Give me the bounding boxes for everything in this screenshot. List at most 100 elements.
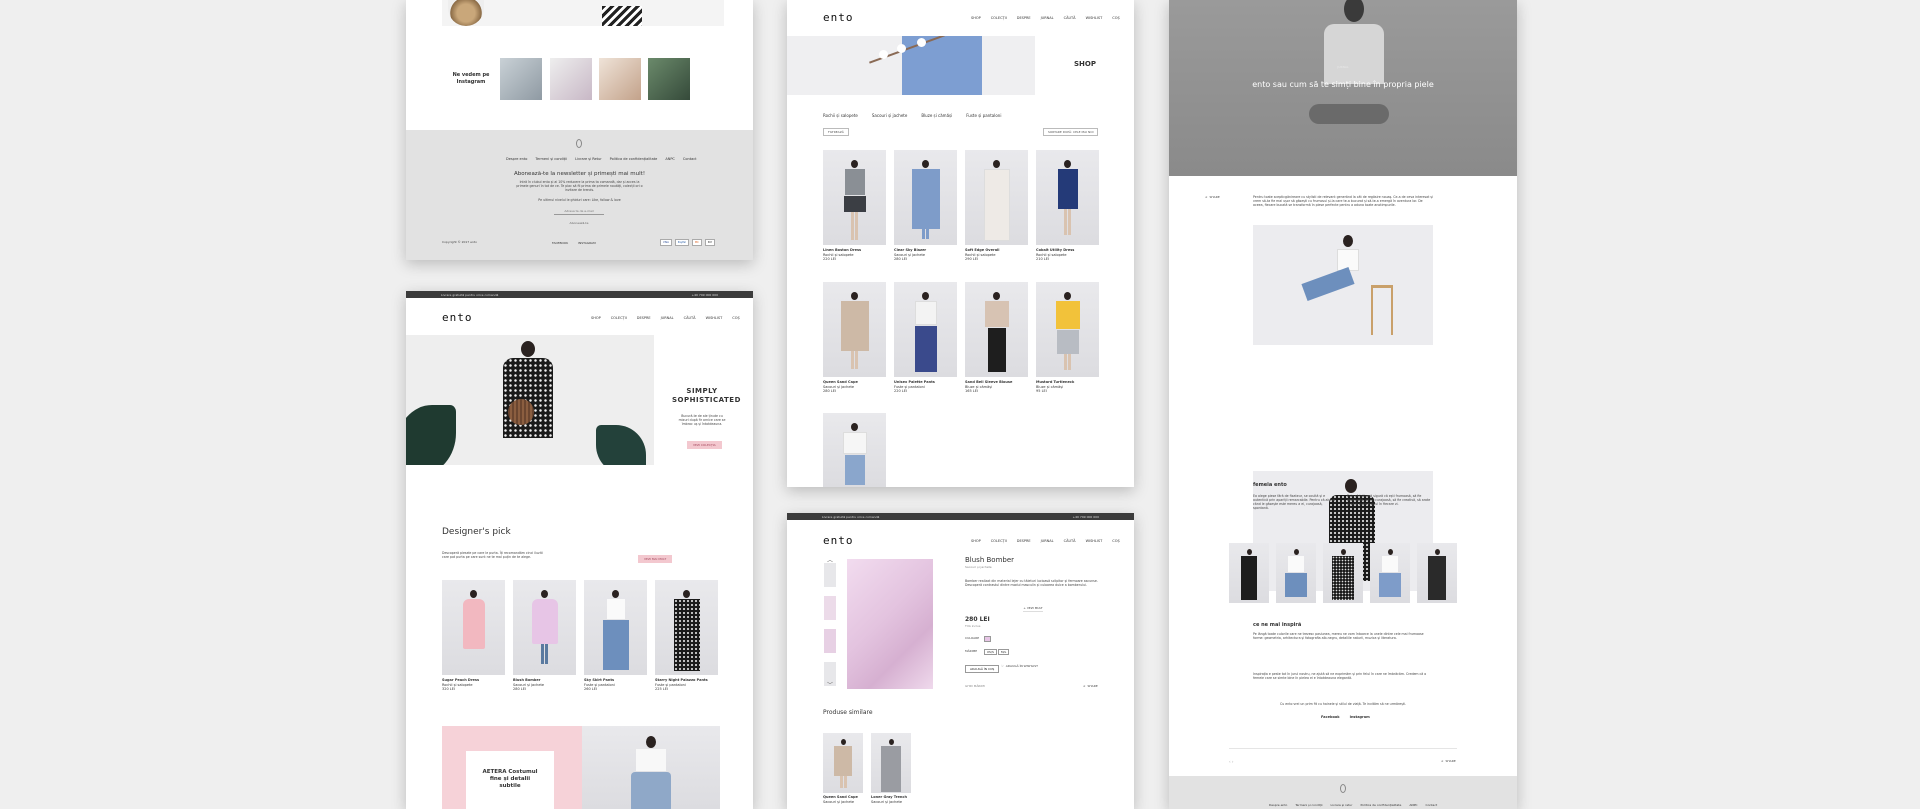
- sort-select[interactable]: SORTARE DUPĂ: CELE MAI NOI: [1043, 128, 1099, 136]
- instagram-link[interactable]: Instagram: [1350, 715, 1370, 719]
- nav-cart[interactable]: COȘ: [1112, 16, 1119, 20]
- facebook-link[interactable]: FACEBOOK: [552, 241, 568, 245]
- share-link[interactable]: ⋖ SHARE: [1441, 759, 1456, 764]
- footer-link[interactable]: Termeni și condiții: [535, 157, 567, 161]
- email-input[interactable]: Adresa ta de e-mail: [554, 209, 604, 215]
- product-thumb[interactable]: [824, 563, 836, 587]
- wishlist-link[interactable]: ♡ ADAUGĂ ÎN WISHLIST: [1001, 664, 1038, 669]
- gallery-image[interactable]: [1323, 543, 1363, 603]
- add-to-cart-button[interactable]: ADAUGĂ ÎN COȘ: [965, 665, 1000, 673]
- gallery-image[interactable]: [1370, 543, 1410, 603]
- product-image: [894, 150, 957, 245]
- nav-cart[interactable]: COȘ: [1112, 539, 1119, 543]
- size-option[interactable]: XS/S: [984, 649, 997, 655]
- product-card[interactable]: Soft Edge Overall Rochii și salopete 290…: [965, 150, 1028, 262]
- filter-button[interactable]: FILTREAZĂ: [823, 128, 849, 136]
- nav-about[interactable]: DESPRE: [637, 316, 651, 320]
- nav-shop[interactable]: SHOP: [971, 16, 981, 20]
- prev-next-arrow-icon[interactable]: ‹ ›: [1229, 759, 1233, 764]
- chevron-down-icon[interactable]: ﹀: [827, 680, 833, 689]
- footer-link[interactable]: Politica de confidențialitate: [610, 157, 658, 161]
- footer-link[interactable]: Termeni și condiții: [1295, 803, 1322, 807]
- product-card[interactable]: Cobalt Utility Dress Rochii și salopete …: [1036, 150, 1099, 262]
- divider: [1229, 748, 1457, 749]
- instagram-thumb-2[interactable]: [550, 58, 592, 100]
- product-card[interactable]: Linen Boston Dress Rochii și salopete 22…: [823, 150, 886, 262]
- footer-link[interactable]: Contact: [683, 157, 697, 161]
- product-card[interactable]: Unisex Palette Pants Fuste și pantaloni …: [894, 282, 957, 394]
- tab-skirts[interactable]: Fuste și pantaloni: [966, 113, 1001, 118]
- product-card[interactable]: Queen Sand Cape Sacouri și jachete 280 L…: [823, 282, 886, 394]
- footer-link[interactable]: Despre ento: [1269, 803, 1287, 807]
- footer-link[interactable]: Livrare și Retur: [575, 157, 602, 161]
- product-card[interactable]: Sugar Peach Dress Rochii și salopete 320…: [442, 580, 505, 692]
- read-more-link[interactable]: + VEZI MULT: [1023, 606, 1043, 612]
- product-category: Sacouri și jachete: [965, 565, 992, 569]
- section-button[interactable]: VEZI MAI MULT: [638, 555, 673, 563]
- footer-link[interactable]: Contact: [1426, 803, 1438, 807]
- nav-cart[interactable]: COȘ: [732, 316, 739, 320]
- size-guide-link[interactable]: GHID MĂRIMI: [965, 684, 985, 689]
- nav-collections[interactable]: COLECȚII: [611, 316, 627, 320]
- footer-link[interactable]: ANPC: [665, 157, 675, 161]
- product-image: [965, 282, 1028, 377]
- nav-collections[interactable]: COLECȚII: [991, 16, 1007, 20]
- share-icon: ⋖: [1083, 684, 1086, 688]
- main-nav: SHOP COLECȚII DESPRE JURNAL CĂUTĂ WISHLI…: [591, 316, 740, 320]
- footer-links: Despre ento Termeni și condiții Livrare …: [1269, 803, 1437, 807]
- nav-collections[interactable]: COLECȚII: [991, 539, 1007, 543]
- footer-area: Despre ento Termeni și condiții Livrare …: [406, 130, 753, 260]
- nav-journal[interactable]: JURNAL: [1041, 539, 1054, 543]
- tab-dresses[interactable]: Rochii și salopete: [823, 113, 858, 118]
- product-card[interactable]: Sky Skirt Pants Fuste și pantaloni 260 L…: [584, 580, 647, 692]
- nav-wishlist[interactable]: WISHLIST: [1086, 539, 1103, 543]
- tab-blouses[interactable]: Bluze și cămăși: [921, 113, 952, 118]
- color-swatch[interactable]: [984, 636, 991, 642]
- promo-block[interactable]: AETERA Costumul fine și detalii subtile: [442, 726, 720, 809]
- main-nav: SHOP COLECȚII DESPRE JURNAL CĂUTĂ WISHLI…: [971, 539, 1120, 543]
- nav-journal[interactable]: JURNAL: [1041, 16, 1054, 20]
- instagram-thumb-4[interactable]: [648, 58, 690, 100]
- tab-jackets[interactable]: Sacouri și jachete: [872, 113, 907, 118]
- footer-link[interactable]: Livrare și retur: [1330, 803, 1352, 807]
- subscribe-button[interactable]: Abonează-te: [564, 221, 594, 226]
- product-thumb[interactable]: [824, 629, 836, 653]
- size-option[interactable]: M/L: [998, 649, 1010, 655]
- product-image[interactable]: [823, 413, 886, 487]
- instagram-thumb-3[interactable]: [599, 58, 641, 100]
- nav-shop[interactable]: SHOP: [971, 539, 981, 543]
- share-link[interactable]: ⋖ SHARE: [1205, 195, 1220, 200]
- nav-shop[interactable]: SHOP: [591, 316, 601, 320]
- hero-button[interactable]: VEZI COLECȚIA: [687, 441, 722, 449]
- product-card[interactable]: Mustard Turtleneck Bluze și cămăși 95 LE…: [1036, 282, 1099, 394]
- similar-card[interactable]: Loner Gray Trench Sacouri și jachete: [871, 733, 911, 804]
- footer-link[interactable]: ANPC: [1409, 803, 1417, 807]
- instagram-thumb-1[interactable]: [500, 58, 542, 100]
- instagram-link[interactable]: INSTAGRAM: [578, 241, 596, 245]
- nav-search[interactable]: CĂUTĂ: [684, 316, 696, 320]
- product-card[interactable]: Sand Bell Sleeve Blouse Bluze și cămăși …: [965, 282, 1028, 394]
- product-card[interactable]: Clear Sky Blazer Sacouri și jachete 280 …: [894, 150, 957, 262]
- nav-journal[interactable]: JURNAL: [661, 316, 674, 320]
- nav-wishlist[interactable]: WISHLIST: [1086, 16, 1103, 20]
- brand-logo[interactable]: ento: [442, 311, 473, 324]
- gallery-image[interactable]: [1229, 543, 1269, 603]
- product-card[interactable]: Blush Bomber Sacouri și jachete 280 LEI: [513, 580, 576, 692]
- share-link[interactable]: ⋖ SHARE: [1083, 684, 1098, 689]
- footer-link[interactable]: Despre ento: [506, 157, 527, 161]
- product-card[interactable]: Starry Night Palazzo Pants Fuste și pant…: [655, 580, 718, 692]
- nav-about[interactable]: DESPRE: [1017, 16, 1031, 20]
- gallery-image[interactable]: [1417, 543, 1457, 603]
- similar-card[interactable]: Queen Sand Cape Sacouri și jachete: [823, 733, 863, 804]
- nav-search[interactable]: CĂUTĂ: [1064, 16, 1076, 20]
- main-product-image[interactable]: [847, 559, 933, 689]
- nav-search[interactable]: CĂUTĂ: [1064, 539, 1076, 543]
- brand-logo[interactable]: ento: [823, 534, 854, 547]
- facebook-link[interactable]: Facebook: [1321, 715, 1340, 719]
- product-thumb[interactable]: [824, 596, 836, 620]
- brand-logo[interactable]: ento: [823, 11, 854, 24]
- nav-about[interactable]: DESPRE: [1017, 539, 1031, 543]
- footer-link[interactable]: Politica de confidențialitate: [1360, 803, 1401, 807]
- gallery-image[interactable]: [1276, 543, 1316, 603]
- nav-wishlist[interactable]: WISHLIST: [706, 316, 723, 320]
